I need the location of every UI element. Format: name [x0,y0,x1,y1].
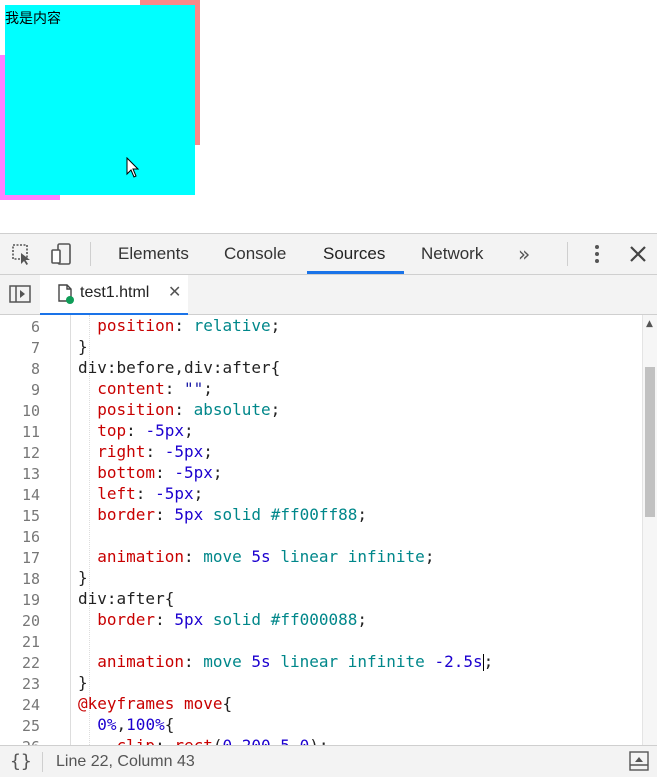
line-number: 8 [30,360,40,378]
devtools-tabbar: Elements Console Sources Network » [0,234,657,275]
line-number: 25 [21,717,40,735]
line-number: 22 [21,654,40,672]
status-divider [42,752,43,772]
sources-file-tabbar: test1.html ✕ [0,275,657,315]
line-number: 16 [21,528,40,546]
content-box [5,5,195,195]
code-line[interactable]: 8 div:before,div:after{ [0,358,647,379]
code-line[interactable]: 11 top: -5px; [0,421,647,442]
code-text: right: -5px; [97,442,213,461]
line-number: 20 [21,612,40,630]
line-number: 6 [30,318,40,336]
cursor-position: Line 22, Column 43 [56,753,195,770]
kebab-menu-icon[interactable] [585,242,609,266]
code-line[interactable]: 9 content: ""; [0,379,647,400]
devtools-panel: Elements Console Sources Network » test1… [0,233,657,777]
line-number: 7 [30,339,40,357]
code-line[interactable]: 16 [0,526,647,547]
code-line[interactable]: 22 animation: move 5s linear infinite -2… [0,652,647,673]
tab-console[interactable]: Console [224,234,286,274]
inspect-element-icon[interactable] [10,242,34,266]
file-tab-label: test1.html [80,284,150,301]
code-text: animation: move 5s linear infinite -2.5s… [97,652,494,671]
code-text: bottom: -5px; [97,463,223,482]
editor-statusbar: {} Line 22, Column 43 [0,745,657,777]
code-editor[interactable]: 6 position: relative; 7} 8 div:before,div:a… [0,315,657,745]
line-number: 14 [21,486,40,504]
code-line[interactable]: 12 right: -5px; [0,442,647,463]
tab-network[interactable]: Network [421,234,483,274]
tab-elements[interactable]: Elements [118,234,189,274]
code-text: clip: rect(0 200 5 0); [78,736,329,745]
code-text: left: -5px; [97,484,204,503]
code-text: } [78,673,88,692]
code-text: div:after{ [78,589,175,608]
page-preview: 我是内容 [0,0,657,233]
pretty-print-icon[interactable]: {} [10,751,32,772]
line-number: 11 [21,423,40,441]
file-tab-test1[interactable]: test1.html ✕ [40,275,188,315]
code-line[interactable]: 21 [0,631,647,652]
line-number: 23 [21,675,40,693]
file-modified-icon [58,284,74,304]
line-number: 19 [21,591,40,609]
line-number: 10 [21,402,40,420]
close-icon[interactable] [626,242,650,266]
line-number: 21 [21,633,40,651]
code-line[interactable]: 18} [0,568,647,589]
content-box-text: 我是内容 [5,11,61,27]
code-text: } [78,568,88,587]
toggle-debugger-icon[interactable] [629,751,649,771]
code-line[interactable]: 15 border: 5px solid #ff00ff88; [0,505,647,526]
code-text: } [78,337,88,356]
code-line[interactable]: 23} [0,673,647,694]
toolbar-divider [567,242,568,266]
code-line[interactable]: 6 position: relative; [0,316,647,337]
toggle-navigator-icon[interactable] [8,284,32,304]
code-line[interactable]: 17 animation: move 5s linear infinite; [0,547,647,568]
more-tabs-icon[interactable]: » [518,234,530,274]
code-text: animation: move 5s linear infinite; [97,547,435,566]
code-text: border: 5px solid #ff000088; [97,610,368,629]
line-number: 15 [21,507,40,525]
code-text: @keyframes move{ [78,694,233,713]
code-text: position: absolute; [97,400,281,419]
line-number: 24 [21,696,40,714]
code-line[interactable]: 25 0%,100%{ [0,715,647,736]
code-text: position: relative; [97,316,281,335]
code-line[interactable]: 13 bottom: -5px; [0,463,647,484]
code-line[interactable]: 20 border: 5px solid #ff000088; [0,610,647,631]
code-line[interactable]: 24 @keyframes move{ [0,694,647,715]
code-line[interactable]: 7} [0,337,647,358]
line-number: 26 [0,738,40,745]
code-text: 0%,100%{ [97,715,175,734]
editor-scrollbar[interactable]: ▲ [642,315,657,745]
mouse-cursor-icon [126,157,140,178]
line-number: 9 [30,381,40,399]
code-line[interactable]: 19 div:after{ [0,589,647,610]
active-tab-indicator [307,271,404,274]
code-line[interactable]: 10 position: absolute; [0,400,647,421]
toolbar-divider [90,242,91,266]
code-text: div:before,div:after{ [78,358,281,377]
code-text: top: -5px; [97,421,194,440]
device-toolbar-icon[interactable] [50,242,74,266]
code-text: content: ""; [97,379,213,398]
scrollbar-thumb[interactable] [645,367,655,517]
file-tab-close-icon[interactable]: ✕ [168,282,181,301]
line-number: 18 [21,570,40,588]
line-number: 13 [21,465,40,483]
code-text: border: 5px solid #ff00ff88; [97,505,368,524]
line-number: 17 [21,549,40,567]
scroll-up-arrow-icon[interactable]: ▲ [646,319,653,329]
code-line[interactable]: 14 left: -5px; [0,484,647,505]
line-number: 12 [21,444,40,462]
code-line[interactable]: 26 clip: rect(0 200 5 0); [0,736,647,745]
tab-sources[interactable]: Sources [323,234,385,274]
